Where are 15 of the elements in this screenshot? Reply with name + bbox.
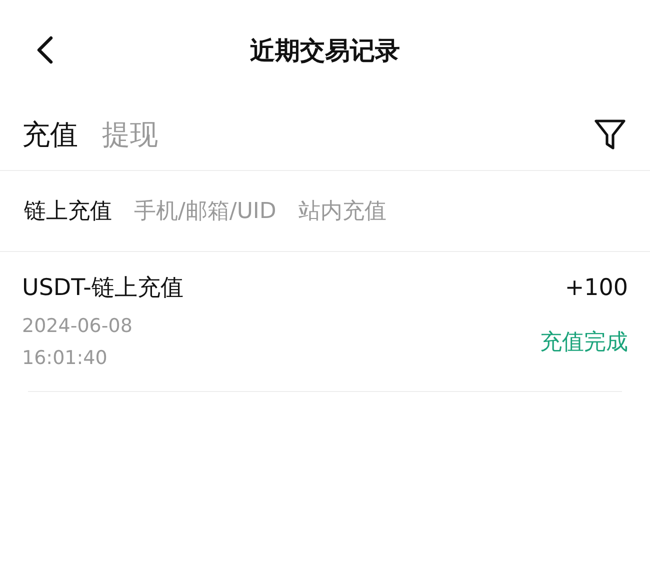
subtab[interactable]: 链上充值 (24, 196, 112, 226)
tab[interactable]: 提现 (102, 116, 158, 154)
chevron-left-icon (36, 36, 54, 64)
subtab[interactable]: 手机/邮箱/UID (134, 196, 276, 226)
subtab[interactable]: 站内充值 (298, 196, 386, 226)
record-status: 充值完成 (540, 329, 628, 357)
back-button[interactable] (36, 36, 54, 64)
tab[interactable]: 充值 (22, 116, 78, 154)
record-date: 2024-06-08 (22, 315, 132, 337)
record-time: 16:01:40 (22, 347, 108, 369)
filter-button[interactable] (594, 118, 626, 152)
filter-icon (594, 118, 626, 152)
record-title: USDT-链上充值 (22, 274, 184, 303)
record-amount: +100 (564, 274, 628, 300)
page-title: 近期交易记录 (250, 34, 400, 66)
